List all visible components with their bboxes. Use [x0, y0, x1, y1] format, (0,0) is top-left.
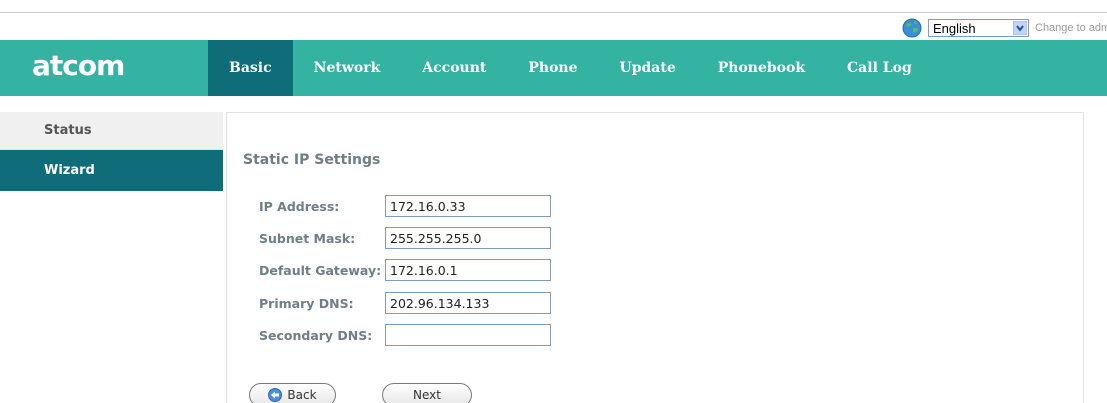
language-bar: English Change to admi: [902, 18, 1107, 38]
tab-account[interactable]: Account: [401, 40, 507, 96]
tab-phone[interactable]: Phone: [507, 40, 598, 96]
language-select-value: English: [933, 21, 976, 36]
ip-address-input[interactable]: [385, 195, 551, 217]
sidebar-item-status[interactable]: Status: [0, 112, 223, 150]
static-ip-settings-panel: Static IP Settings IP Address: Subnet Ma…: [226, 112, 1084, 403]
secondary-dns-label: Secondary DNS:: [259, 327, 373, 343]
globe-icon: [902, 18, 922, 38]
sidebar: Status Wizard: [0, 112, 223, 191]
primary-dns-input[interactable]: [385, 292, 551, 314]
language-select[interactable]: English: [928, 19, 1029, 37]
ip-address-label: IP Address:: [259, 198, 340, 214]
tab-update[interactable]: Update: [599, 40, 697, 96]
secondary-dns-input[interactable]: [385, 324, 551, 346]
next-button-label: Next: [413, 388, 441, 402]
main-tabs: Basic Network Account Phone Update Phone…: [208, 40, 933, 96]
sidebar-item-wizard[interactable]: Wizard: [0, 150, 223, 191]
atcom-logo: atcom: [32, 49, 125, 82]
subnet-mask-label: Subnet Mask:: [259, 230, 356, 246]
change-to-admin-link[interactable]: Change to admi: [1035, 22, 1107, 34]
tab-call-log[interactable]: Call Log: [826, 40, 933, 96]
top-divider: [0, 12, 1107, 13]
back-arrow-icon: [268, 388, 283, 402]
tab-phonebook[interactable]: Phonebook: [697, 40, 826, 96]
default-gateway-input[interactable]: [385, 259, 551, 281]
subnet-mask-input[interactable]: [385, 227, 551, 249]
primary-dns-row: Primary DNS:: [259, 291, 551, 315]
secondary-dns-row: Secondary DNS:: [259, 323, 551, 347]
chevron-down-icon[interactable]: [1013, 21, 1027, 35]
subnet-mask-row: Subnet Mask:: [259, 226, 551, 250]
next-button[interactable]: Next: [382, 383, 472, 403]
tab-network[interactable]: Network: [293, 40, 402, 96]
section-title: Static IP Settings: [243, 152, 381, 168]
default-gateway-row: Default Gateway:: [259, 258, 551, 282]
top-navigation-bar: atcom Basic Network Account Phone Update…: [0, 40, 1107, 96]
back-button[interactable]: Back: [249, 383, 336, 403]
ip-address-row: IP Address:: [259, 194, 551, 218]
primary-dns-label: Primary DNS:: [259, 295, 354, 311]
default-gateway-label: Default Gateway:: [259, 262, 382, 278]
tab-basic[interactable]: Basic: [208, 40, 293, 96]
back-button-label: Back: [287, 388, 317, 402]
